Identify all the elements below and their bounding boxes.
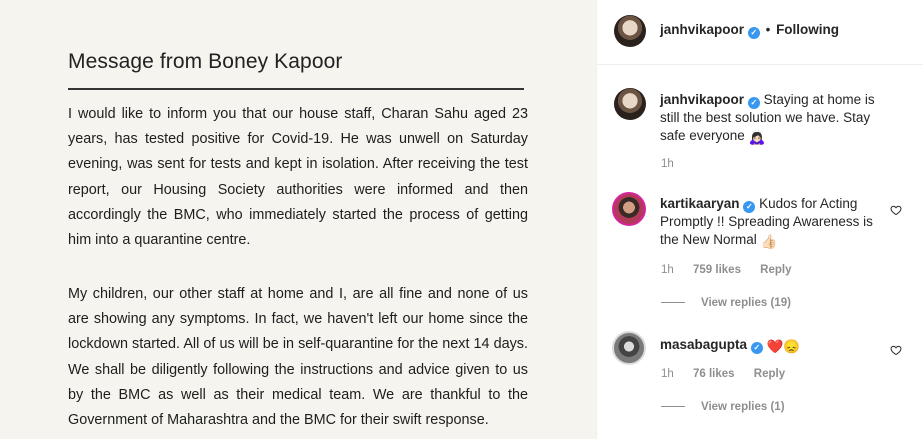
- header-separator: •: [765, 22, 771, 37]
- caption-emoji: 🙇🏻‍♀️: [748, 130, 766, 145]
- comment-time[interactable]: 1h: [661, 264, 674, 276]
- comment-avatar-kartikaaryan[interactable]: [612, 192, 646, 226]
- comments-panel: janhvikapoor ✓ • Following janhvikapoor …: [596, 0, 923, 439]
- reply-button[interactable]: Reply: [754, 368, 785, 380]
- comment-emoji: ❤️😞: [766, 339, 801, 354]
- post-header: janhvikapoor ✓ • Following: [597, 0, 923, 65]
- post-image-divider: [68, 88, 524, 90]
- comment-text-block: masabagupta ✓ ❤️😞: [660, 336, 880, 356]
- caption-time[interactable]: 1h: [661, 158, 674, 170]
- replies-divider: [661, 406, 685, 408]
- comment-username[interactable]: masabagupta: [660, 337, 747, 352]
- view-replies-label: View replies (19): [701, 297, 791, 309]
- caption-meta: 1h: [661, 158, 690, 170]
- comment-username[interactable]: kartikaaryan: [660, 196, 740, 211]
- post-image-paragraph-1: I would like to inform you that our hous…: [68, 106, 528, 249]
- caption-text-block: janhvikapoor ✓ Staying at home is still …: [660, 91, 892, 147]
- caption-avatar[interactable]: [614, 88, 646, 120]
- author-username[interactable]: janhvikapoor: [660, 22, 744, 37]
- comment-time[interactable]: 1h: [661, 368, 674, 380]
- post-image-paragraph-2: My children, our other staff at home and…: [68, 286, 528, 429]
- following-button[interactable]: Following: [776, 22, 839, 37]
- heart-outline-icon[interactable]: [890, 204, 902, 216]
- comment-avatar-masabagupta[interactable]: [612, 331, 646, 365]
- post-image-title: Message from Boney Kapoor: [68, 50, 343, 73]
- view-replies-button[interactable]: View replies (19): [661, 297, 791, 309]
- verified-badge-icon: ✓: [750, 342, 763, 354]
- caption-username[interactable]: janhvikapoor: [660, 92, 744, 107]
- comment-meta: 1h 759 likes Reply: [661, 264, 808, 276]
- reply-button[interactable]: Reply: [760, 264, 791, 276]
- comment-emoji: 👍🏻: [760, 234, 778, 249]
- post-image[interactable]: Message from Boney Kapoor I would like t…: [0, 0, 596, 439]
- comment-meta: 1h 76 likes Reply: [661, 368, 801, 380]
- header-line: janhvikapoor ✓ • Following: [660, 22, 839, 39]
- verified-badge-icon: ✓: [747, 27, 760, 39]
- comment-text-block: kartikaaryan ✓ Kudos for Acting Promptly…: [660, 195, 880, 251]
- view-replies-label: View replies (1): [701, 401, 785, 413]
- verified-badge-icon: ✓: [747, 97, 760, 109]
- replies-divider: [661, 302, 685, 304]
- author-avatar[interactable]: [614, 15, 646, 47]
- verified-badge-icon: ✓: [743, 201, 756, 213]
- view-replies-button[interactable]: View replies (1): [661, 401, 785, 413]
- comment-likes[interactable]: 759 likes: [693, 264, 741, 276]
- comment-likes[interactable]: 76 likes: [693, 368, 735, 380]
- heart-outline-icon[interactable]: [890, 344, 902, 356]
